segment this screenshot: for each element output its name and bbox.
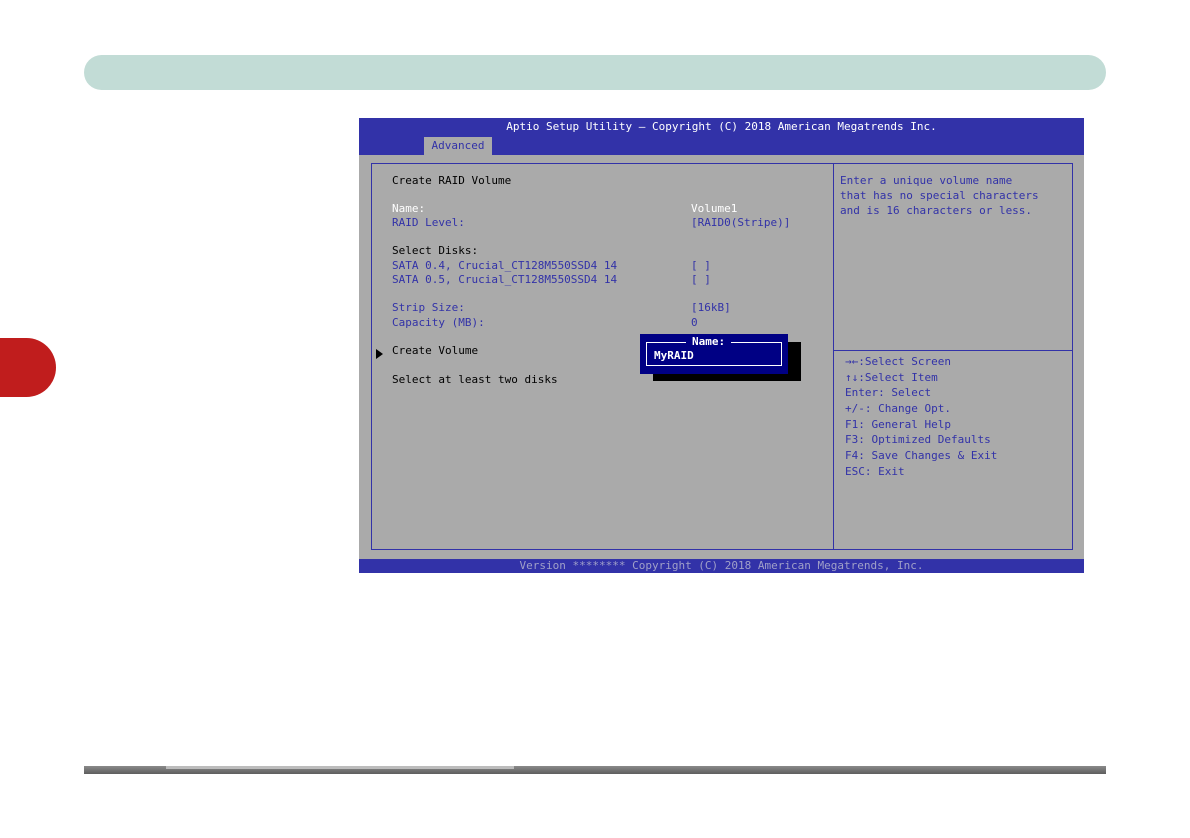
name-value[interactable]: Volume1 <box>691 202 737 216</box>
volume-name-value[interactable]: MyRAID <box>654 349 694 363</box>
name-input-dialog: Name: MyRAID <box>640 334 788 374</box>
disk-item-checkbox[interactable]: [ ] <box>691 259 711 273</box>
bios-screenshot: Aptio Setup Utility – Copyright (C) 2018… <box>359 118 1084 573</box>
raid-level-value[interactable]: [RAID0(Stripe)] <box>691 216 790 230</box>
disk-item-label[interactable]: SATA 0.5, Crucial_CT128M550SSD4 14 <box>392 273 617 287</box>
bottom-rule <box>84 766 1106 774</box>
disk-selection-hint: Select at least two disks <box>392 373 558 386</box>
key-help-select-screen: →←:Select Screen <box>845 355 951 368</box>
chapter-side-tab <box>0 338 56 397</box>
bios-title-bar: Aptio Setup Utility – Copyright (C) 2018… <box>359 118 1084 155</box>
panel-divider-horizontal <box>834 350 1072 351</box>
key-help-enter: Enter: Select <box>845 386 932 399</box>
selection-arrow-icon <box>376 349 383 359</box>
key-help-optimized-defaults: F3: Optimized Defaults <box>845 433 991 446</box>
key-help-esc-exit: ESC: Exit <box>845 465 905 478</box>
raid-level-label[interactable]: RAID Level: <box>392 216 465 230</box>
help-text-line: and is 16 characters or less. <box>840 204 1033 217</box>
bios-footer: Version ******** Copyright (C) 2018 Amer… <box>359 559 1084 573</box>
select-disks-label: Select Disks: <box>392 244 479 257</box>
help-text-line: that has no special characters <box>840 189 1039 202</box>
key-help-change-opt: +/-: Change Opt. <box>845 402 951 415</box>
disk-item-label[interactable]: SATA 0.4, Crucial_CT128M550SSD4 14 <box>392 259 617 273</box>
disk-item-checkbox[interactable]: [ ] <box>691 273 711 287</box>
capacity-value: 0 <box>691 316 698 329</box>
key-help-select-item: ↑↓:Select Item <box>845 371 938 384</box>
key-help-save-exit: F4: Save Changes & Exit <box>845 449 998 462</box>
tab-advanced[interactable]: Advanced <box>424 137 492 155</box>
section-title: Create RAID Volume <box>392 174 512 187</box>
dialog-title: Name: <box>686 336 732 348</box>
bios-title: Aptio Setup Utility – Copyright (C) 2018… <box>506 120 937 133</box>
bottom-rule-highlight <box>166 766 514 769</box>
page-header-bar <box>84 55 1106 90</box>
key-help-general-help: F1: General Help <box>845 418 951 431</box>
name-label[interactable]: Name: <box>392 202 425 216</box>
help-text-line: Enter a unique volume name <box>840 174 1013 187</box>
create-volume-item[interactable]: Create Volume <box>392 344 478 358</box>
strip-size-label[interactable]: Strip Size: <box>392 301 465 315</box>
capacity-label: Capacity (MB): <box>392 316 485 329</box>
panel-divider-vertical <box>833 163 834 550</box>
strip-size-value[interactable]: [16kB] <box>691 301 731 315</box>
